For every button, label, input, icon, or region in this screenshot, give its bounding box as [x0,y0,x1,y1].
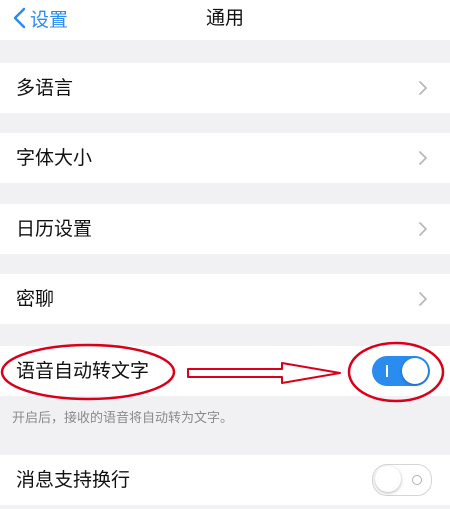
row-label: 语音自动转文字 [16,360,150,382]
toggle-off-mark [412,475,422,485]
settings-row-fontsize[interactable]: 字体大小 [0,133,450,183]
toggle-on-mark [386,365,388,377]
navigation-bar: 设置 通用 [0,0,450,40]
toggle-knob [375,466,401,492]
row-label: 消息支持换行 [16,469,131,491]
toggle-knob [402,358,428,384]
row-label: 字体大小 [16,147,93,169]
chevron-right-icon [419,222,427,236]
settings-row-calendar[interactable]: 日历设置 [0,204,450,254]
voice-to-text-toggle[interactable] [372,356,430,386]
settings-row-multiline: 消息支持换行 [0,455,450,505]
settings-row-voice-to-text: 语音自动转文字 [0,346,450,396]
row-label: 密聊 [16,288,55,310]
chevron-right-icon [419,292,427,306]
settings-row-multilang[interactable]: 多语言 [0,63,450,113]
page-title: 通用 [205,7,244,29]
chevron-right-icon [419,151,427,165]
voice-to-text-hint: 开启后，接收的语音将自动转为文字。 [12,411,234,426]
settings-row-secret-chat[interactable]: 密聊 [0,274,450,324]
chevron-right-icon [419,81,427,95]
multiline-toggle[interactable] [372,464,432,496]
row-label: 多语言 [16,77,74,99]
row-label: 日历设置 [16,218,93,240]
